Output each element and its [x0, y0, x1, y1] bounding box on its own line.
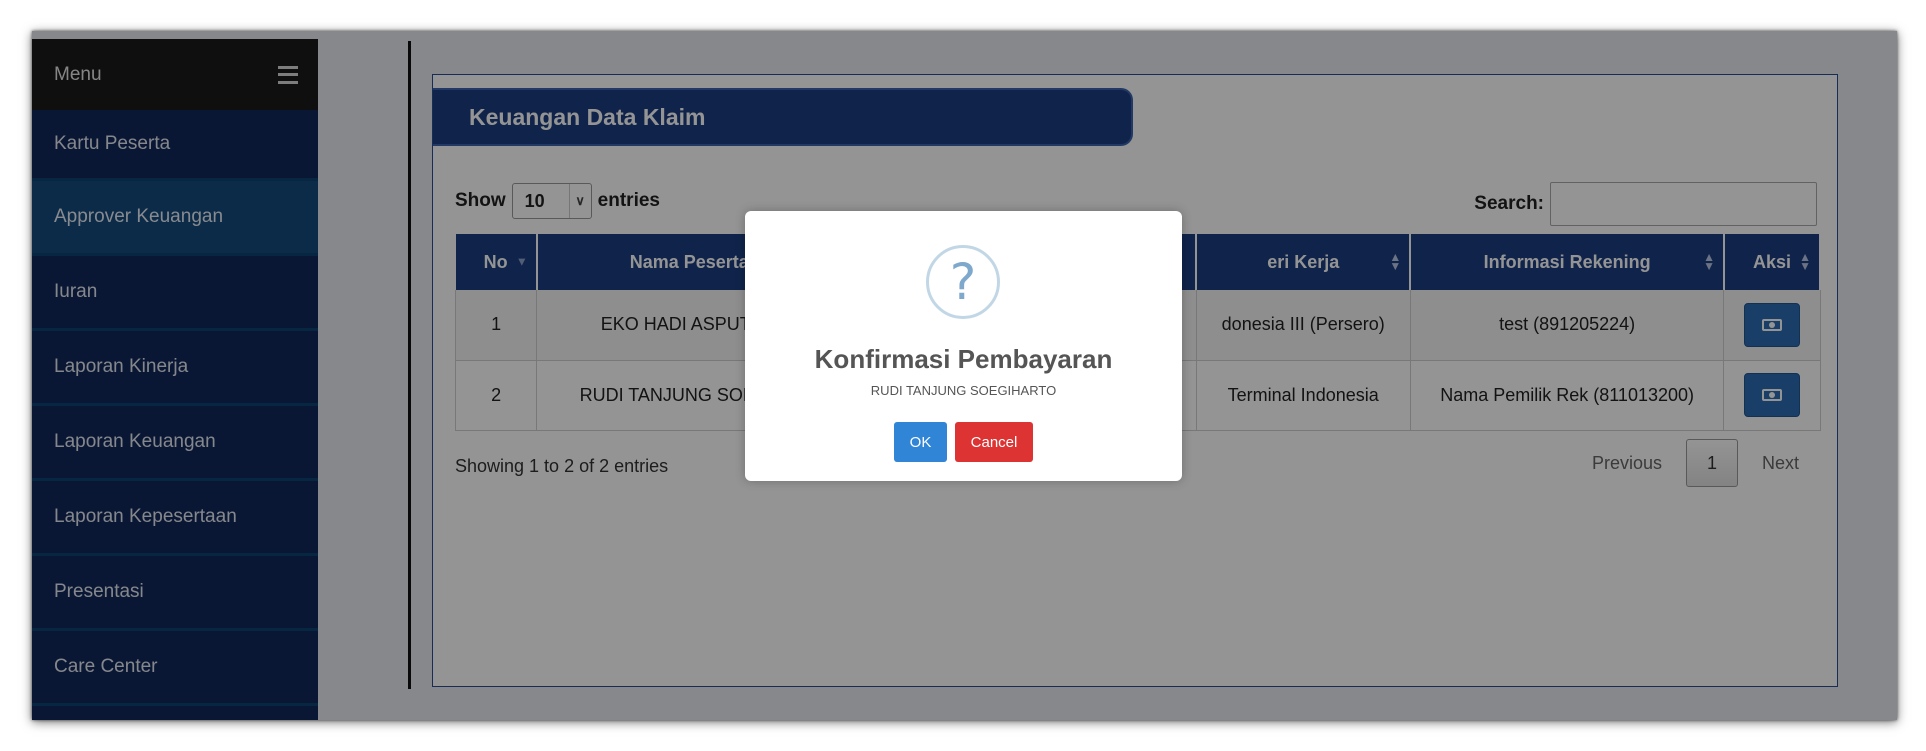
confirm-dialog: ? Konfirmasi Pembayaran RUDI TANJUNG SOE…: [745, 211, 1182, 481]
dialog-actions: OK Cancel: [745, 422, 1182, 462]
app-window: Menu Kartu Peserta Approver Keuangan Iur…: [32, 31, 1897, 720]
dialog-title: Konfirmasi Pembayaran: [814, 344, 1113, 374]
dialog-text: RUDI TANJUNG SOEGIHARTO: [870, 383, 1057, 398]
ok-button[interactable]: OK: [894, 422, 947, 462]
question-icon: ?: [926, 245, 1000, 319]
cancel-button[interactable]: Cancel: [955, 422, 1033, 462]
